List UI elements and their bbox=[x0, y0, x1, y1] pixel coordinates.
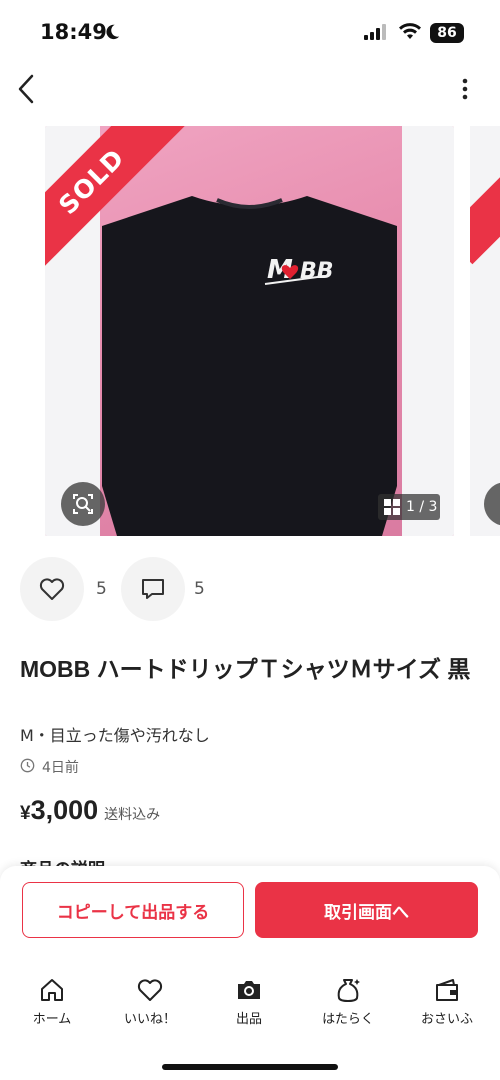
camera-icon bbox=[238, 981, 260, 999]
photo-counter[interactable]: 1 / 3 bbox=[378, 494, 440, 520]
item-price: ¥3,000 送料込み bbox=[20, 795, 160, 826]
product-photo[interactable]: M BB SOLD 1 / 3 bbox=[45, 126, 454, 536]
comment-count: 5 bbox=[194, 579, 205, 599]
moneybag-icon bbox=[337, 979, 360, 1002]
image-search-button[interactable] bbox=[61, 482, 105, 526]
next-image-search-button[interactable] bbox=[484, 482, 500, 526]
wifi-icon bbox=[399, 23, 421, 39]
tab-sell-label: 出品 bbox=[235, 1012, 262, 1027]
copy-listing-button[interactable]: コピーして出品する bbox=[22, 882, 244, 938]
next-sold-ribbon bbox=[470, 149, 500, 265]
battery-indicator: 86 bbox=[430, 23, 464, 43]
tab-work[interactable]: はたらく bbox=[308, 976, 388, 1027]
photo-margin-right bbox=[402, 126, 454, 536]
status-bar: 18:49 86 bbox=[0, 0, 500, 62]
comment-button[interactable] bbox=[121, 557, 185, 621]
price-amount: 3,000 bbox=[30, 795, 99, 825]
posted-time-text: 4日前 bbox=[42, 760, 79, 776]
grid-icon bbox=[384, 499, 400, 515]
clock-icon bbox=[20, 758, 35, 773]
trade-screen-button[interactable]: 取引画面へ bbox=[255, 882, 478, 938]
moon-icon bbox=[106, 24, 120, 40]
tab-wallet[interactable]: おさいふ bbox=[407, 976, 487, 1027]
tab-work-label: はたらく bbox=[322, 1012, 374, 1027]
next-product-photo[interactable] bbox=[470, 126, 500, 536]
tab-likes-label: いいね！ bbox=[123, 1012, 176, 1027]
like-count: 5 bbox=[96, 579, 107, 599]
svg-text:BB: BB bbox=[300, 259, 334, 284]
tab-bar: ホーム いいね！ 出品 はたらく おさいふ bbox=[0, 976, 500, 1036]
more-icon[interactable] bbox=[452, 76, 478, 102]
item-title: MOBB ハートドリップＴシャツＭサイズ 黒 bbox=[20, 656, 471, 682]
tab-sell[interactable]: 出品 bbox=[209, 976, 289, 1027]
heart-icon bbox=[137, 979, 163, 1001]
signal-icon bbox=[364, 24, 386, 40]
home-icon bbox=[41, 979, 63, 1001]
shipping-label: 送料込み bbox=[104, 806, 161, 822]
image-search-icon bbox=[73, 494, 93, 514]
tab-home[interactable]: ホーム bbox=[12, 976, 92, 1027]
home-indicator bbox=[162, 1064, 338, 1070]
tab-wallet-label: おさいふ bbox=[420, 1012, 473, 1027]
like-button[interactable] bbox=[20, 557, 84, 621]
heart-icon bbox=[39, 578, 65, 600]
item-condition: M・目立った傷や汚れなし bbox=[20, 726, 210, 745]
tshirt-image: M BB bbox=[102, 196, 397, 536]
tab-likes[interactable]: いいね！ bbox=[110, 976, 190, 1027]
comment-icon bbox=[142, 579, 164, 599]
wallet-icon bbox=[436, 979, 458, 1001]
tab-home-label: ホーム bbox=[32, 1012, 72, 1027]
price-symbol: ¥ bbox=[20, 803, 31, 824]
status-time: 18:49 bbox=[40, 20, 107, 44]
bottom-sheet: コピーして出品する 取引画面へ ホーム いいね！ 出品 はたらく おさいふ bbox=[0, 866, 500, 1080]
posted-time: 4日前 bbox=[20, 757, 79, 777]
back-icon[interactable] bbox=[12, 72, 42, 106]
photo-counter-text: 1 / 3 bbox=[406, 499, 438, 515]
